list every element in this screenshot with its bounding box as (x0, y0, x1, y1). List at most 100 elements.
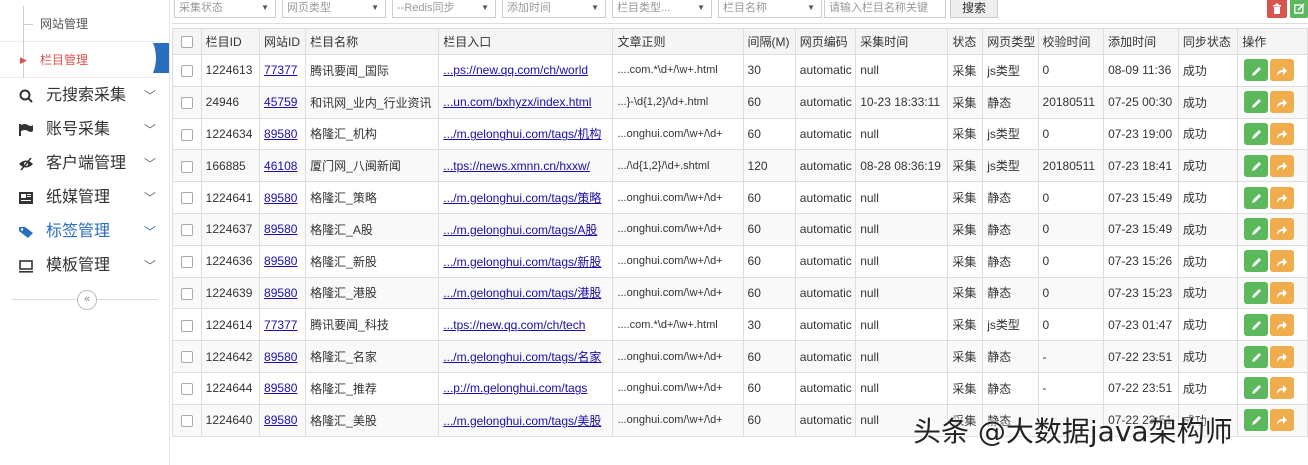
edit-row-button[interactable] (1244, 377, 1269, 400)
sidebar-subitem-column-management[interactable]: ▶ 栏目管理 (0, 42, 160, 78)
site-id-link[interactable]: 77377 (264, 318, 297, 332)
table-row[interactable]: 1224614 77377 腾讯要闻_科技 ...tps://new.qq.com/c… (172, 308, 1308, 342)
column-entry-link[interactable]: ...tps://news.xmnn.cn/hxxw/ (443, 159, 590, 173)
page-type-select[interactable]: 网页类型 ▼ (282, 0, 386, 18)
table-row[interactable]: 1224613 77377 腾讯要闻_国际 ...ps://new.qq.com/ch… (172, 54, 1308, 87)
goto-row-button[interactable] (1270, 91, 1295, 114)
site-id-link[interactable]: 45759 (264, 95, 297, 109)
select-all-checkbox[interactable] (172, 28, 202, 55)
redis-sync-select[interactable]: --Redis同步 ▼ (392, 0, 496, 18)
site-id-link[interactable]: 89580 (264, 191, 297, 205)
column-entry-link[interactable]: .../m.gelonghui.com/tags/名家 (443, 350, 601, 364)
site-id-link[interactable]: 89580 (264, 381, 297, 395)
goto-row-button[interactable] (1270, 281, 1295, 304)
goto-row-button[interactable] (1270, 122, 1295, 145)
cell-site-id: 89580 (259, 117, 307, 151)
table-row[interactable]: 1224641 89580 格隆汇_策略 .../m.gelonghui.com/ta… (172, 181, 1308, 214)
table-row[interactable]: 1224636 89580 格隆汇_新股 .../m.gelonghui.com/ta… (172, 244, 1308, 278)
row-checkbox[interactable] (172, 85, 202, 119)
row-checkbox[interactable] (172, 244, 202, 278)
edit-row-button[interactable] (1244, 250, 1269, 273)
site-id-link[interactable]: 89580 (264, 222, 297, 236)
cell-sync-status: 成功 (1177, 212, 1239, 246)
column-type-select[interactable]: 栏目类型... ▼ (612, 0, 712, 18)
goto-row-button[interactable] (1270, 154, 1295, 177)
row-checkbox[interactable] (172, 149, 202, 183)
column-entry-link[interactable]: .../m.gelonghui.com/tags/策略 (443, 191, 601, 205)
table-row[interactable]: 166885 46108 厦门网_八闽新闻 ...tps://news.xmnn.cn… (172, 149, 1308, 183)
site-id-link[interactable]: 89580 (264, 350, 297, 364)
column-entry-link[interactable]: ...p://m.gelonghui.com/tags (443, 381, 587, 395)
column-entry-link[interactable]: ...ps://new.qq.com/ch/world (443, 63, 588, 77)
cell-encoding: automatic (794, 244, 857, 278)
row-checkbox[interactable] (172, 340, 202, 373)
column-entry-link[interactable]: .../m.gelonghui.com/tags/港股 (443, 286, 601, 300)
goto-row-button[interactable] (1270, 250, 1295, 273)
search-input[interactable]: 请输入栏目名称关键 (824, 0, 946, 18)
delete-button[interactable] (1267, 0, 1287, 18)
goto-row-button[interactable] (1270, 409, 1295, 432)
edit-row-button[interactable] (1244, 218, 1269, 241)
edit-row-button[interactable] (1244, 122, 1269, 145)
row-checkbox[interactable] (172, 181, 202, 214)
goto-row-button[interactable] (1270, 313, 1295, 336)
sidebar-subitem-site-management[interactable]: 网站管理 (0, 6, 160, 42)
goto-row-button[interactable] (1270, 218, 1295, 241)
sidebar-item-print-media[interactable]: 纸媒管理 ﹀ (0, 180, 170, 216)
goto-row-button[interactable] (1270, 59, 1295, 82)
column-entry-link[interactable]: .../m.gelonghui.com/tags/美股 (443, 414, 601, 428)
edit-row-button[interactable] (1244, 345, 1269, 368)
edit-row-button[interactable] (1244, 409, 1269, 432)
goto-row-button[interactable] (1270, 345, 1295, 368)
edit-row-button[interactable] (1244, 313, 1269, 336)
row-checkbox[interactable] (172, 212, 202, 246)
sidebar-item-meta-search[interactable]: 元搜索采集 ﹀ (0, 78, 170, 114)
table-row[interactable]: 1224642 89580 格隆汇_名家 .../m.gelonghui.com/ta… (172, 340, 1308, 373)
column-entry-link[interactable]: ...un.com/bxhyzx/index.html (443, 95, 591, 109)
row-checkbox[interactable] (172, 403, 202, 437)
edit-row-button[interactable] (1244, 186, 1269, 209)
table-row[interactable]: 1224639 89580 格隆汇_港股 .../m.gelonghui.com/ta… (172, 276, 1308, 310)
sidebar-item-templates[interactable]: 模板管理 ﹀ (0, 248, 170, 284)
row-checkbox[interactable] (172, 276, 202, 310)
column-entry-link[interactable]: .../m.gelonghui.com/tags/A股 (443, 223, 597, 237)
edit-row-button[interactable] (1244, 59, 1269, 82)
table-row[interactable]: 24946 45759 和讯网_业内_行业资讯 ...un.com/bxhyzx/in… (172, 85, 1308, 119)
sidebar-collapse-button[interactable]: « (77, 290, 97, 310)
share-arrow-icon (1277, 384, 1288, 394)
row-checkbox[interactable] (172, 54, 202, 87)
cell-site-id: 89580 (259, 340, 307, 373)
cell-encoding: automatic (794, 276, 857, 310)
column-name-select[interactable]: 栏目名称 ▼ (718, 0, 822, 18)
batch-edit-button[interactable] (1290, 0, 1308, 18)
table-row[interactable]: 1224637 89580 格隆汇_A股 .../m.gelonghui.com/ta… (172, 212, 1308, 246)
row-checkbox[interactable] (172, 371, 202, 405)
site-id-link[interactable]: 77377 (264, 63, 297, 77)
column-entry-link[interactable]: .../m.gelonghui.com/tags/机构 (443, 127, 601, 141)
chevron-down-icon: ﹀ (143, 191, 156, 205)
table-row[interactable]: 1224634 89580 格隆汇_机构 .../m.gelonghui.com/ta… (172, 117, 1308, 151)
column-entry-link[interactable]: .../m.gelonghui.com/tags/新股 (443, 255, 601, 269)
edit-row-button[interactable] (1244, 154, 1269, 177)
goto-row-button[interactable] (1270, 377, 1295, 400)
site-id-link[interactable]: 46108 (264, 159, 297, 173)
column-entry-link[interactable]: ...tps://new.qq.com/ch/tech (443, 318, 585, 332)
site-id-link[interactable]: 89580 (264, 127, 297, 141)
site-id-link[interactable]: 89580 (264, 286, 297, 300)
site-id-link[interactable]: 89580 (264, 254, 297, 268)
edit-row-button[interactable] (1244, 91, 1269, 114)
cell-column-id: 1224639 (200, 276, 261, 310)
row-checkbox[interactable] (172, 308, 202, 342)
collect-status-select[interactable]: 采集状态 ▼ (174, 0, 276, 18)
table-row[interactable]: 1224644 89580 格隆汇_推荐 ...p://m.gelonghui.com… (172, 371, 1308, 405)
site-id-link[interactable]: 89580 (264, 413, 297, 427)
search-button[interactable]: 搜索 (950, 0, 998, 18)
sidebar-item-tags[interactable]: 标签管理 ﹀ (0, 214, 170, 250)
add-time-select[interactable]: 添加时间 ▼ (502, 0, 606, 18)
checkbox-box (180, 36, 193, 49)
goto-row-button[interactable] (1270, 186, 1295, 209)
row-checkbox[interactable] (172, 117, 202, 151)
edit-row-button[interactable] (1244, 281, 1269, 304)
sidebar-item-client[interactable]: 客户端管理 ﹀ (0, 146, 170, 182)
sidebar-item-account[interactable]: 账号采集 ﹀ (0, 112, 170, 148)
